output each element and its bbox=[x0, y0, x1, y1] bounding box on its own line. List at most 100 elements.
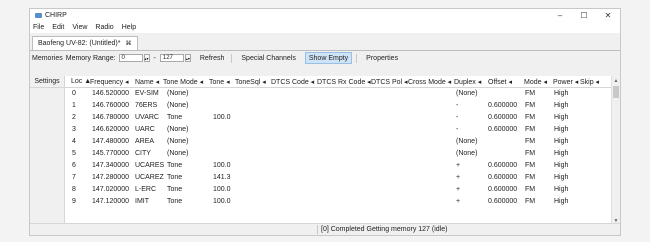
cell-loc[interactable]: 2 bbox=[72, 114, 76, 121]
cell-loc[interactable]: 3 bbox=[72, 126, 76, 133]
cell-name[interactable]: 76ERS bbox=[135, 102, 157, 109]
column-header-duplex[interactable]: Duplex ◂ bbox=[454, 78, 481, 86]
tab-baofeng-uv82[interactable]: Baofeng UV-82: (Untitled)* ⌘ bbox=[32, 36, 138, 50]
cell-duplex[interactable]: + bbox=[456, 162, 460, 169]
cell-mode[interactable]: FM bbox=[525, 198, 535, 205]
table-row[interactable]: 4 147.480000 AREA (None) (None) FM High bbox=[65, 135, 620, 147]
cell-duplex[interactable]: (None) bbox=[456, 90, 477, 97]
scroll-thumb[interactable] bbox=[613, 86, 619, 98]
cell-offset[interactable]: 0.600000 bbox=[488, 114, 517, 121]
cell-offset[interactable]: 0.600000 bbox=[488, 102, 517, 109]
cell-frequency[interactable]: 146.760000 bbox=[92, 102, 129, 109]
cell-frequency[interactable]: 147.340000 bbox=[92, 162, 129, 169]
cell-offset[interactable]: 0.600000 bbox=[488, 186, 517, 193]
cell-power[interactable]: High bbox=[554, 150, 568, 157]
column-header-dtcs-pol[interactable]: DTCS Pol ◂ bbox=[371, 78, 408, 86]
cell-power[interactable]: High bbox=[554, 162, 568, 169]
cell-frequency[interactable]: 146.780000 bbox=[92, 114, 129, 121]
cell-tone[interactable]: 141.3 bbox=[213, 174, 231, 181]
column-header-dtcs-code[interactable]: DTCS Code ◂ bbox=[271, 78, 314, 86]
properties-button[interactable]: Properties bbox=[363, 53, 401, 63]
cell-mode[interactable]: FM bbox=[525, 90, 535, 97]
range-start-spinner-icon[interactable]: ▴▾ bbox=[143, 54, 150, 62]
cell-frequency[interactable]: 147.280000 bbox=[92, 174, 129, 181]
cell-name[interactable]: UVARC bbox=[135, 114, 159, 121]
cell-offset[interactable]: 0.600000 bbox=[488, 174, 517, 181]
column-header-power[interactable]: Power ◂ bbox=[553, 78, 578, 86]
table-row[interactable]: 9 147.120000 IMIT Tone 100.0 + 0.600000 … bbox=[65, 195, 620, 207]
cell-tone-mode[interactable]: Tone bbox=[167, 174, 182, 181]
cell-loc[interactable]: 8 bbox=[72, 186, 76, 193]
cell-frequency[interactable]: 147.480000 bbox=[92, 138, 129, 145]
cell-tone[interactable]: 100.0 bbox=[213, 186, 231, 193]
menu-help[interactable]: Help bbox=[122, 24, 136, 31]
cell-power[interactable]: High bbox=[554, 174, 568, 181]
column-header-tone[interactable]: Tone ◂ bbox=[209, 78, 230, 86]
cell-frequency[interactable]: 147.120000 bbox=[92, 198, 129, 205]
cell-name[interactable]: L-ERC bbox=[135, 186, 156, 193]
cell-loc[interactable]: 4 bbox=[72, 138, 76, 145]
cell-name[interactable]: EV-SIM bbox=[135, 90, 159, 97]
cell-duplex[interactable]: + bbox=[456, 198, 460, 205]
cell-mode[interactable]: FM bbox=[525, 150, 535, 157]
menu-edit[interactable]: Edit bbox=[52, 24, 64, 31]
cell-tone-mode[interactable]: (None) bbox=[167, 102, 188, 109]
table-row[interactable]: 0 146.520000 EV-SIM (None) (None) FM Hig… bbox=[65, 87, 620, 99]
cell-tone-mode[interactable]: Tone bbox=[167, 114, 182, 121]
tab-close-icon[interactable]: ⌘ bbox=[126, 40, 132, 47]
table-row[interactable]: 8 147.020000 L-ERC Tone 100.0 + 0.600000… bbox=[65, 183, 620, 195]
cell-tone-mode[interactable]: (None) bbox=[167, 126, 188, 133]
cell-tone[interactable]: 100.0 bbox=[213, 162, 231, 169]
column-header-frequency[interactable]: Frequency ◂ bbox=[90, 78, 129, 86]
cell-mode[interactable]: FM bbox=[525, 138, 535, 145]
table-row[interactable]: 1 146.760000 76ERS (None) - 0.600000 FM … bbox=[65, 99, 620, 111]
table-row[interactable]: 2 146.780000 UVARC Tone 100.0 - 0.600000… bbox=[65, 111, 620, 123]
cell-tone-mode[interactable]: (None) bbox=[167, 150, 188, 157]
cell-tone-mode[interactable]: Tone bbox=[167, 198, 182, 205]
column-header-dtcs-rx-code[interactable]: DTCS Rx Code ◂ bbox=[317, 78, 371, 86]
column-header-skip[interactable]: Skip ◂ bbox=[580, 78, 599, 86]
cell-loc[interactable]: 7 bbox=[72, 174, 76, 181]
cell-power[interactable]: High bbox=[554, 138, 568, 145]
table-row[interactable]: 5 145.770000 CITY (None) (None) FM High bbox=[65, 147, 620, 159]
cell-frequency[interactable]: 145.770000 bbox=[92, 150, 129, 157]
minimize-button[interactable]: – bbox=[548, 9, 572, 22]
cell-name[interactable]: AREA bbox=[135, 138, 154, 145]
menu-file[interactable]: File bbox=[33, 24, 44, 31]
cell-mode[interactable]: FM bbox=[525, 102, 535, 109]
cell-power[interactable]: High bbox=[554, 90, 568, 97]
range-end-input[interactable]: 127 bbox=[159, 54, 184, 62]
cell-offset[interactable]: 0.600000 bbox=[488, 162, 517, 169]
cell-tone[interactable]: 100.0 bbox=[213, 198, 231, 205]
cell-frequency[interactable]: 147.020000 bbox=[92, 186, 129, 193]
cell-loc[interactable]: 9 bbox=[72, 198, 76, 205]
settings-tab[interactable]: Settings bbox=[30, 76, 64, 88]
cell-tone-mode[interactable]: Tone bbox=[167, 162, 182, 169]
show-empty-toggle[interactable]: Show Empty bbox=[304, 52, 353, 64]
cell-name[interactable]: UCARES bbox=[135, 162, 164, 169]
cell-name[interactable]: UARC bbox=[135, 126, 155, 133]
cell-loc[interactable]: 6 bbox=[72, 162, 76, 169]
menu-view[interactable]: View bbox=[72, 24, 87, 31]
cell-duplex[interactable]: (None) bbox=[456, 150, 477, 157]
column-header-name[interactable]: Name ◂ bbox=[135, 78, 159, 86]
menu-radio[interactable]: Radio bbox=[95, 24, 113, 31]
cell-name[interactable]: UCAREZ bbox=[135, 174, 164, 181]
cell-tone-mode[interactable]: (None) bbox=[167, 90, 188, 97]
cell-power[interactable]: High bbox=[554, 126, 568, 133]
cell-mode[interactable]: FM bbox=[525, 162, 535, 169]
column-header-tone-mode[interactable]: Tone Mode ◂ bbox=[163, 78, 203, 86]
cell-loc[interactable]: 0 bbox=[72, 90, 76, 97]
column-header-mode[interactable]: Mode ◂ bbox=[524, 78, 547, 86]
cell-name[interactable]: IMIT bbox=[135, 198, 149, 205]
range-end-spinner-icon[interactable]: ▴▾ bbox=[184, 54, 191, 62]
cell-frequency[interactable]: 146.620000 bbox=[92, 126, 129, 133]
table-row[interactable]: 7 147.280000 UCAREZ Tone 141.3 + 0.60000… bbox=[65, 171, 620, 183]
cell-power[interactable]: High bbox=[554, 198, 568, 205]
cell-tone-mode[interactable]: (None) bbox=[167, 138, 188, 145]
column-header-cross-mode[interactable]: Cross Mode ◂ bbox=[408, 78, 451, 86]
special-channels-button[interactable]: Special Channels bbox=[238, 53, 298, 63]
cell-offset[interactable]: 0.600000 bbox=[488, 126, 517, 133]
cell-loc[interactable]: 5 bbox=[72, 150, 76, 157]
table-row[interactable]: 3 146.620000 UARC (None) - 0.600000 FM H… bbox=[65, 123, 620, 135]
